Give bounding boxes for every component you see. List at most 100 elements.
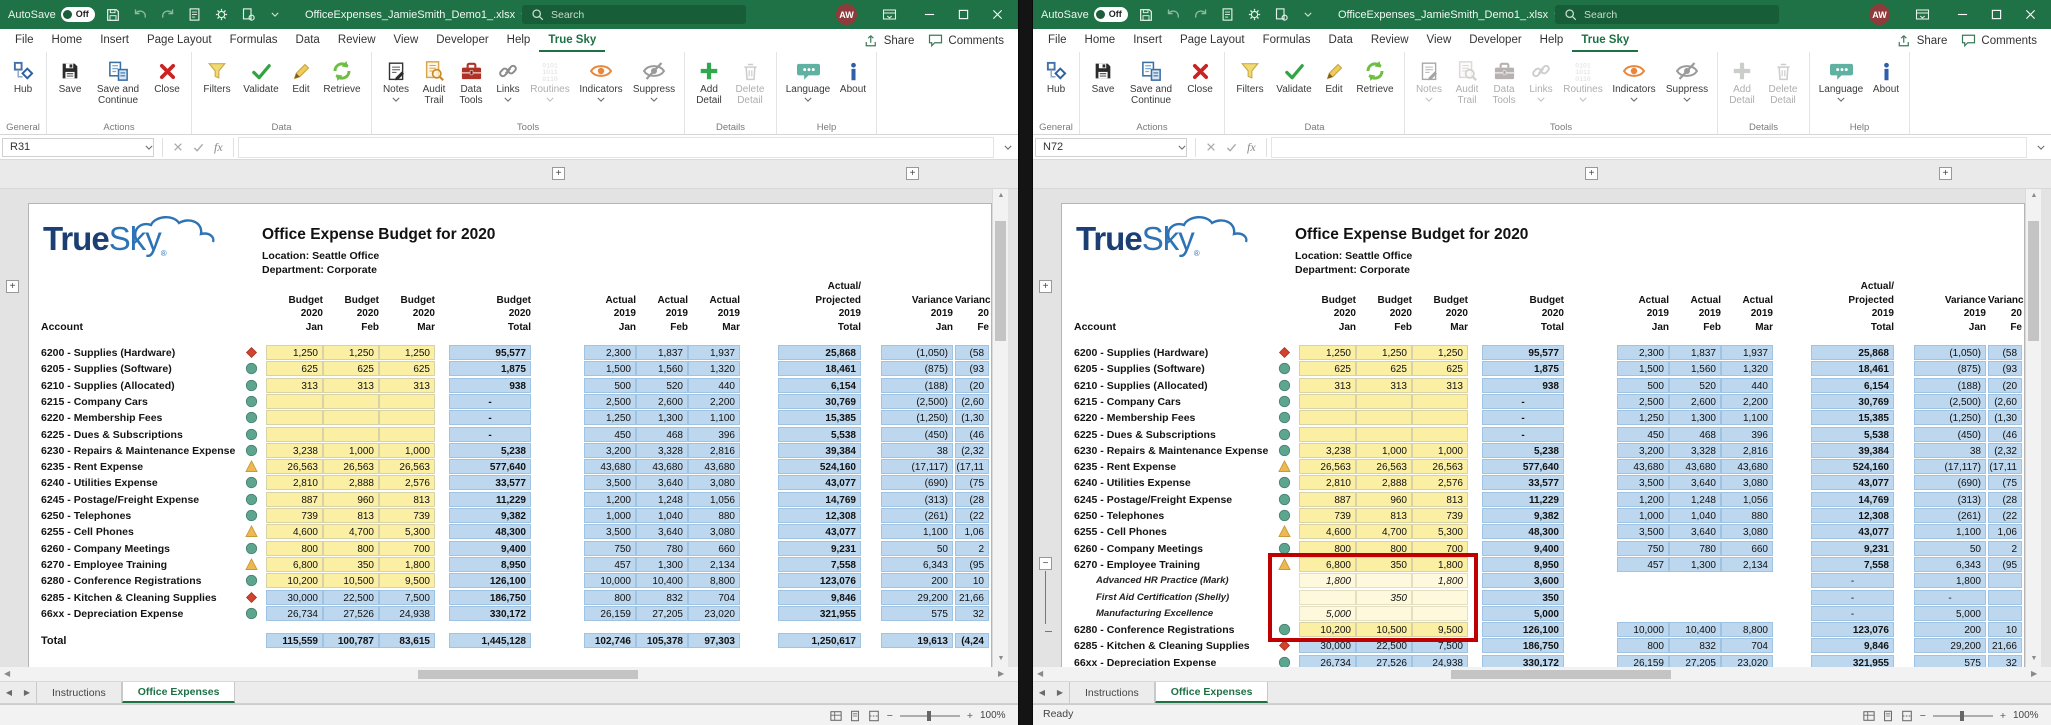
fx-button[interactable]: fx [1247, 140, 1256, 155]
tab-review[interactable]: Review [1362, 29, 1418, 52]
ribbon-item-save[interactable]: Save [1085, 57, 1121, 96]
ribbon-item-links[interactable]: Links [490, 57, 526, 102]
undo-button[interactable] [129, 0, 151, 29]
cell-budget-feb[interactable]: 1,250 [1356, 345, 1412, 360]
view-page-break-icon[interactable] [868, 710, 880, 722]
close-button[interactable] [980, 0, 1014, 29]
vertical-scrollbar-thumb[interactable] [2028, 221, 2039, 341]
tab-help[interactable]: Help [1531, 29, 1573, 52]
zoom-slider-knob[interactable] [926, 710, 931, 721]
redo-button[interactable] [156, 0, 178, 29]
spreadsheet-button[interactable] [183, 0, 205, 29]
ribbon-item-about[interactable]: About [835, 57, 871, 96]
vertical-scrollbar[interactable]: ▲ ▼ [992, 189, 1008, 667]
cell-budget-jan[interactable]: 625 [266, 361, 323, 377]
horizontal-scrollbar-thumb[interactable] [1451, 670, 1671, 679]
ribbon-item-add-detail[interactable]: Add Detail [690, 57, 728, 106]
comments-button[interactable]: Comments [928, 33, 1004, 48]
tab-view[interactable]: View [385, 29, 428, 52]
cell-budget-mar[interactable]: 739 [1412, 508, 1468, 523]
cell-budget-jan[interactable] [1299, 393, 1356, 409]
formula-input[interactable] [1270, 136, 2027, 158]
scroll-up-arrow[interactable]: ▲ [993, 192, 1009, 200]
cell-budget-jan[interactable]: 800 [266, 540, 323, 556]
cell-budget-feb[interactable]: 26,563 [1356, 459, 1412, 475]
cell-budget-mar[interactable]: 739 [379, 508, 435, 523]
cell-budget-feb[interactable]: 26,563 [323, 459, 379, 475]
cell-budget-mar[interactable]: 26,563 [379, 459, 435, 475]
tab-home[interactable]: Home [1076, 29, 1125, 52]
ribbon-item-hub[interactable]: Hub [1038, 57, 1074, 96]
cell-budget-jan[interactable]: 10,200 [266, 573, 323, 589]
scroll-down-arrow[interactable]: ▼ [2026, 655, 2042, 663]
outline-toggle-budget[interactable]: + [552, 167, 565, 180]
tab-formulas[interactable]: Formulas [221, 29, 287, 52]
row-outline-expand-button[interactable]: + [6, 280, 19, 293]
close-button[interactable] [2013, 0, 2047, 29]
tab-view[interactable]: View [1418, 29, 1461, 52]
outline-toggle-actual[interactable]: + [906, 167, 919, 180]
row-outline-collapse-button[interactable]: − [1039, 556, 1052, 570]
enter-icon[interactable] [1226, 142, 1237, 153]
ribbon-item-data-tools[interactable]: Data Tools [453, 57, 489, 106]
cell-budget-mar[interactable] [1412, 426, 1468, 442]
cell-budget-mar[interactable]: 813 [1412, 491, 1468, 507]
avatar[interactable]: AW [1869, 4, 1890, 25]
cell-budget-mar[interactable] [379, 426, 435, 442]
cell-budget-mar[interactable]: 1,800 [379, 556, 435, 572]
cell-budget-jan[interactable]: 313 [1299, 377, 1356, 393]
scroll-left-arrow[interactable]: ◀ [1037, 669, 1047, 679]
tab-true-sky[interactable]: True Sky [1572, 29, 1639, 52]
tab-data[interactable]: Data [287, 29, 329, 52]
cell-budget-jan[interactable]: 2,810 [1299, 475, 1356, 491]
cell-budget-feb[interactable]: 813 [323, 508, 379, 523]
tab-data[interactable]: Data [1320, 29, 1362, 52]
tab-page-layout[interactable]: Page Layout [1171, 29, 1254, 52]
cell-budget-feb[interactable]: 1,000 [323, 442, 379, 458]
cell-budget-jan[interactable]: 739 [1299, 508, 1356, 523]
cell-budget-mar[interactable]: 813 [379, 491, 435, 507]
cell-budget-feb[interactable] [1356, 393, 1412, 409]
formula-input[interactable] [237, 136, 994, 158]
maximize-button[interactable] [946, 0, 980, 29]
cell-budget-jan[interactable]: 3,238 [266, 442, 323, 458]
view-page-break-icon[interactable] [1901, 710, 1913, 722]
cell-budget-feb[interactable]: 800 [323, 540, 379, 556]
cell-budget-jan[interactable] [266, 410, 323, 426]
scroll-down-arrow[interactable]: ▼ [993, 655, 1009, 663]
formula-expand-icon[interactable] [2031, 141, 2051, 153]
cell-budget-feb[interactable]: 1,000 [1356, 442, 1412, 458]
cell-budget-jan[interactable]: 739 [266, 508, 323, 523]
cell-budget-jan[interactable] [1299, 410, 1356, 426]
cell-budget-mar[interactable]: 1,250 [1412, 345, 1468, 360]
sheet-tab-office-expenses[interactable]: Office Expenses [121, 682, 236, 703]
minimize-button[interactable] [912, 0, 946, 29]
cell-budget-jan[interactable]: 26,563 [266, 459, 323, 475]
sheet-nav-left-arrow[interactable]: ◀ [1033, 682, 1051, 703]
cell-budget-mar[interactable]: 700 [379, 540, 435, 556]
row-outline-expand-button[interactable]: + [1039, 280, 1052, 293]
autosave-toggle[interactable]: AutoSave Off [8, 0, 98, 29]
cell-budget-jan[interactable]: 3,238 [1299, 442, 1356, 458]
cell-budget-mar[interactable]: 2,576 [1412, 475, 1468, 491]
cell-budget-jan[interactable]: 625 [1299, 361, 1356, 377]
scroll-right-arrow[interactable]: ▶ [2031, 669, 2041, 679]
share-button[interactable]: Share [1897, 33, 1947, 48]
tab-page-layout[interactable]: Page Layout [138, 29, 221, 52]
ribbon-item-filters[interactable]: Filters [197, 57, 237, 96]
cell-budget-mar[interactable]: 625 [379, 361, 435, 377]
cell-budget-feb[interactable] [1356, 410, 1412, 426]
ribbon-item-edit[interactable]: Edit [285, 57, 317, 96]
cell-budget-feb[interactable]: 625 [323, 361, 379, 377]
cell-budget-jan[interactable] [266, 426, 323, 442]
cell-budget-feb[interactable]: 10,500 [323, 573, 379, 589]
cell-budget-jan[interactable] [266, 393, 323, 409]
horizontal-scrollbar-thumb[interactable] [418, 670, 638, 679]
ribbon-item-filters[interactable]: Filters [1230, 57, 1270, 96]
cell-budget-feb[interactable]: 4,700 [323, 524, 379, 540]
cell-budget-mar[interactable]: 1,250 [379, 345, 435, 360]
cell-budget-mar[interactable]: 1,000 [379, 442, 435, 458]
zoom-slider[interactable] [1932, 710, 1993, 721]
tab-home[interactable]: Home [43, 29, 92, 52]
ribbon-item-language[interactable]: Language [782, 57, 834, 102]
